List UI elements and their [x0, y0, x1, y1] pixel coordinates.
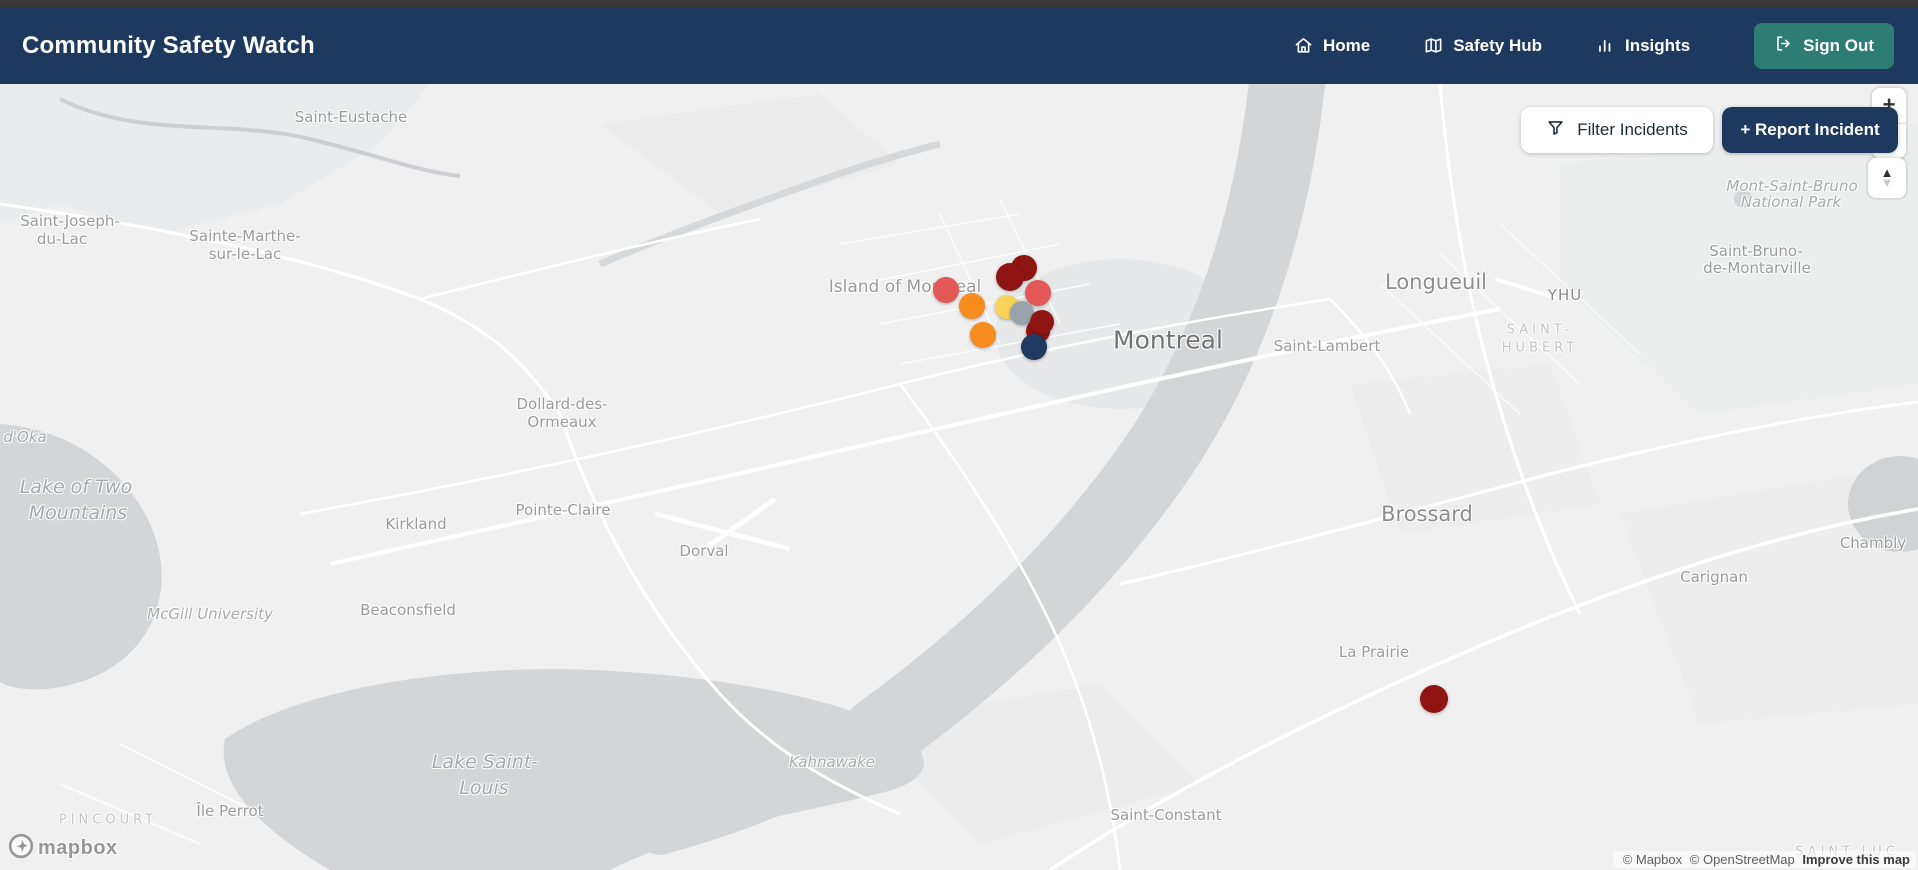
nav-item-label: Safety Hub	[1453, 35, 1542, 55]
map-label: Louis	[459, 777, 509, 799]
map-label: La Prairie	[1338, 643, 1410, 661]
map-label: PINCOURT	[58, 812, 158, 828]
map-label: Montreal	[1113, 325, 1223, 355]
incident-marker-dark_red[interactable]	[1420, 685, 1448, 713]
attribution-osm-link[interactable]: © OpenStreetMap	[1690, 852, 1795, 867]
main-nav: Home Safety Hub Insights Sign Out	[1294, 22, 1894, 69]
map-icon	[1424, 36, 1443, 55]
incident-marker-orange[interactable]	[970, 322, 996, 348]
app-header: Community Safety Watch Home Safety Hub I…	[0, 7, 1918, 84]
bar-chart-icon	[1596, 36, 1615, 55]
map-label: Dorval	[679, 542, 729, 560]
window-top-strip	[0, 0, 1918, 7]
home-icon	[1294, 36, 1313, 55]
map-label: Chambly	[1839, 534, 1907, 552]
map-label: Île Perrot	[196, 802, 264, 820]
map-label: sur-le-Lac	[208, 245, 282, 263]
map-label: al d'Oka	[0, 428, 47, 446]
filter-incidents-button[interactable]: Filter Incidents	[1521, 107, 1713, 153]
map-label: Pointe-Claire	[515, 501, 611, 519]
map-label: Sainte-Marthe-	[189, 227, 301, 245]
mapbox-logo-link[interactable]: mapbox	[8, 833, 118, 864]
filter-incidents-label: Filter Incidents	[1577, 120, 1688, 139]
map-label: de-Montarville	[1703, 259, 1811, 277]
filter-funnel-icon	[1546, 118, 1565, 142]
improve-this-map-link[interactable]: Improve this map	[1802, 852, 1910, 867]
incident-marker-dark_red[interactable]	[996, 263, 1024, 291]
report-incident-button[interactable]: + Report Incident	[1722, 107, 1898, 153]
sign-out-icon	[1774, 34, 1793, 58]
map-terrain	[0, 84, 1918, 870]
map-label: Saint-Constant	[1110, 806, 1222, 824]
map-label: Brossard	[1381, 502, 1473, 526]
map-label: Lake Saint-	[431, 751, 539, 773]
map-label: Saint-Lambert	[1273, 337, 1381, 355]
map-label: Kahnawake	[788, 753, 876, 771]
incident-marker-red[interactable]	[1025, 280, 1051, 306]
map-compass-button[interactable]: ▲ ▼	[1868, 158, 1906, 198]
map-label: HUBERT	[1501, 340, 1579, 356]
map-attribution: © Mapbox © OpenStreetMap Improve this ma…	[1612, 851, 1916, 868]
map-label: McGill University	[147, 605, 273, 623]
attribution-mapbox-link[interactable]: © Mapbox	[1623, 852, 1682, 867]
map-label: Carignan	[1680, 568, 1748, 586]
map-label: Saint-Bruno-	[1709, 242, 1803, 260]
sign-out-label: Sign Out	[1803, 35, 1874, 55]
mapbox-logo-icon	[8, 833, 34, 864]
nav-item-safety-hub[interactable]: Safety Hub	[1424, 36, 1542, 56]
map-label: Kirkland	[385, 515, 447, 533]
map-label: du-Lac	[36, 230, 88, 248]
map-label: Mountains	[28, 502, 128, 524]
nav-item-insights[interactable]: Insights	[1596, 36, 1690, 56]
compass-south-icon: ▼	[1880, 175, 1894, 190]
nav-item-label: Insights	[1625, 35, 1691, 55]
map-label: Longueuil	[1384, 270, 1488, 294]
map-canvas[interactable]: Saint-Eustache Saint-Joseph-du-Lac Sainte-…	[0, 84, 1918, 870]
incident-marker-navy[interactable]	[1021, 334, 1047, 360]
mapbox-logo-word: mapbox	[38, 837, 118, 859]
sign-out-button[interactable]: Sign Out	[1754, 22, 1894, 69]
app-title: Community Safety Watch	[22, 31, 315, 59]
report-incident-label: + Report Incident	[1740, 120, 1880, 139]
map-label: YHU	[1547, 286, 1583, 304]
incident-marker-orange[interactable]	[959, 293, 985, 319]
incident-marker-dark_red[interactable]	[1030, 310, 1054, 334]
map-label: Ormeaux	[527, 413, 597, 431]
map-label: SAINT-	[1506, 322, 1574, 338]
map-label: Lake of Two	[19, 476, 133, 498]
incident-marker-red[interactable]	[933, 277, 959, 303]
map-label: Dollard-des-	[516, 395, 608, 413]
map-label: Beaconsfield	[360, 601, 456, 619]
map-label: Saint-Eustache	[294, 108, 408, 126]
nav-item-home[interactable]: Home	[1294, 36, 1370, 56]
map-label: National Park	[1740, 193, 1842, 211]
nav-item-label: Home	[1322, 35, 1371, 55]
map-label: Saint-Joseph-	[20, 212, 120, 230]
